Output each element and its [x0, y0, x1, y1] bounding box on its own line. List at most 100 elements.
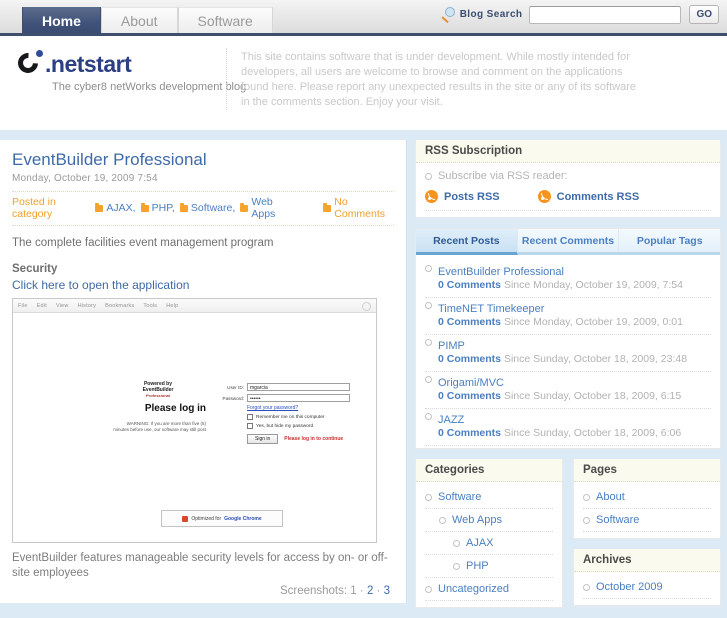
please-log-in-heading: Please log in [144, 403, 206, 414]
category-link-software[interactable]: Software, [191, 202, 235, 214]
post-lead-text: The complete facilities event management… [12, 237, 274, 249]
tab-popular-tags[interactable]: Popular Tags [619, 229, 721, 252]
archive-label[interactable]: October 2009 [596, 581, 663, 593]
chrome-link[interactable]: Google Chrome [224, 516, 262, 522]
site-description: This site contains software that is unde… [241, 51, 637, 108]
category-label[interactable]: Software [438, 491, 481, 503]
bullet-icon [425, 585, 432, 593]
comments-rss-link[interactable]: Comments RSS [557, 191, 640, 203]
bullet-icon [425, 172, 432, 180]
site-tagline: The cyber8 netWorks development blog [52, 81, 247, 93]
category-item-php[interactable]: PHP [425, 555, 553, 578]
bullet-icon [453, 562, 460, 570]
category-link-php[interactable]: PHP, [152, 202, 175, 214]
folder-icon [140, 202, 149, 212]
recent-post-title[interactable]: JAZZ [438, 413, 711, 427]
category-item-software[interactable]: Software [425, 486, 553, 509]
recent-post-title[interactable]: TimeNET Timekeeper [438, 302, 711, 316]
main-nav-tabs: Home About Software [22, 7, 273, 33]
bullet-icon [453, 539, 460, 547]
recent-post-title[interactable]: PIMP [438, 339, 711, 353]
menu-view: View [55, 302, 69, 309]
screenshot-separator: · [359, 585, 364, 597]
nav-tab-about[interactable]: About [100, 7, 178, 33]
forgot-password-link[interactable]: Forgot your password? [247, 405, 350, 411]
rss-note: Subscribe via RSS reader: [438, 170, 568, 182]
rss-feed-icon [537, 190, 551, 203]
archive-item-october-2009[interactable]: October 2009 [583, 576, 711, 599]
recent-post-title[interactable]: EventBuilder Professional [438, 265, 711, 279]
recent-post-since: Since Monday, October 19, 2009, 7:54 [503, 279, 683, 291]
bullet-icon [425, 265, 432, 272]
menu-help: Help [166, 302, 179, 309]
no-comments-area[interactable]: No Comments [318, 196, 394, 220]
optimized-for-badge[interactable]: Optimized for Google Chrome [161, 510, 283, 527]
screenshot-page-1[interactable]: 1 [350, 585, 356, 597]
page-label[interactable]: About [596, 491, 625, 503]
password-label: Password: [222, 395, 244, 401]
page-item-software[interactable]: Software [583, 509, 711, 532]
nav-tab-home[interactable]: Home [22, 7, 101, 33]
menu-file: File [18, 302, 28, 309]
embedded-screenshot[interactable]: File Edit View History Bookmarks Tools H… [12, 298, 377, 543]
categories-widget: Categories Software Web Apps AJAX PHP Un… [415, 459, 563, 608]
nav-tab-software[interactable]: Software [177, 7, 273, 33]
menu-tools: Tools [143, 302, 158, 309]
cyber8-c-logo-icon [13, 48, 44, 78]
screenshot-login-panel: Powered by EventBuilder Professional Ple… [110, 381, 350, 444]
bullet-icon [425, 302, 432, 309]
hide-password-label: Yes, but hide my password [256, 423, 314, 429]
recent-post-comment-count[interactable]: 0 Comments [438, 390, 501, 402]
category-item-web-apps[interactable]: Web Apps [425, 509, 553, 532]
category-item-uncategorized[interactable]: Uncategorized [425, 578, 553, 601]
userid-input[interactable]: mgarcia [247, 383, 350, 391]
list-item: EventBuilder Professional 0 Comments Sin… [425, 261, 711, 298]
categories-widget-title: Categories [416, 459, 562, 482]
spinner-icon [362, 302, 371, 311]
page-label[interactable]: Software [596, 514, 639, 526]
screenshot-page-3[interactable]: 3 [384, 585, 390, 597]
sidebar-tabstrip: Recent Posts Recent Comments Popular Tag… [416, 229, 721, 255]
menu-edit: Edit [36, 302, 47, 309]
site-logo[interactable]: .netstart The cyber8 netWorks developmen… [13, 48, 247, 93]
site-logo-text: .netstart [45, 51, 132, 77]
login-warning-text: WARNING: If you are more than five (5) m… [113, 421, 206, 432]
checkbox-icon[interactable] [247, 423, 253, 429]
category-label[interactable]: AJAX [466, 537, 494, 549]
recent-post-title[interactable]: Origami/MVC [438, 376, 711, 390]
posted-in-label: Posted in category [12, 196, 56, 220]
bullet-icon [425, 339, 432, 346]
hide-password-row[interactable]: Yes, but hide my password [247, 423, 350, 429]
recent-post-comment-count[interactable]: 0 Comments [438, 316, 501, 328]
post-title[interactable]: EventBuilder Professional [12, 150, 394, 170]
category-link-web-apps[interactable]: Web Apps [251, 196, 294, 220]
posts-rss-link[interactable]: Posts RSS [444, 191, 500, 203]
folder-icon [95, 202, 104, 212]
category-item-ajax[interactable]: AJAX [425, 532, 553, 555]
folder-icon [240, 202, 249, 212]
password-input[interactable]: •••••• [247, 394, 350, 402]
recent-post-comment-count[interactable]: 0 Comments [438, 279, 501, 291]
screenshot-page-2[interactable]: 2 [367, 585, 373, 597]
remember-me-row[interactable]: Remember me on this computer [247, 414, 350, 420]
category-label[interactable]: PHP [466, 560, 489, 572]
category-label[interactable]: Web Apps [452, 514, 502, 526]
rss-note-row: Subscribe via RSS reader: [425, 170, 711, 182]
recent-post-comment-count[interactable]: 0 Comments [438, 427, 501, 439]
open-application-link[interactable]: Click here to open the application [12, 278, 394, 292]
search-input[interactable] [529, 5, 682, 24]
checkbox-icon[interactable] [247, 414, 253, 420]
category-link-ajax[interactable]: AJAX, [106, 202, 135, 214]
category-label[interactable]: Uncategorized [438, 583, 509, 595]
optimized-for-label: Optimized for [191, 515, 222, 522]
page-item-about[interactable]: About [583, 486, 711, 509]
rss-feed-icon [425, 190, 438, 203]
main-content-column: EventBuilder Professional Monday, Octobe… [0, 140, 407, 603]
screenshot-browser-menubar: File Edit View History Bookmarks Tools H… [13, 299, 376, 313]
search-go-button[interactable]: GO [689, 5, 719, 24]
recent-post-comment-count[interactable]: 0 Comments [438, 353, 501, 365]
tab-recent-posts[interactable]: Recent Posts [416, 229, 518, 255]
sign-in-button[interactable]: Sign in [247, 434, 279, 444]
tab-recent-comments[interactable]: Recent Comments [517, 229, 620, 252]
header-divider [226, 48, 227, 110]
